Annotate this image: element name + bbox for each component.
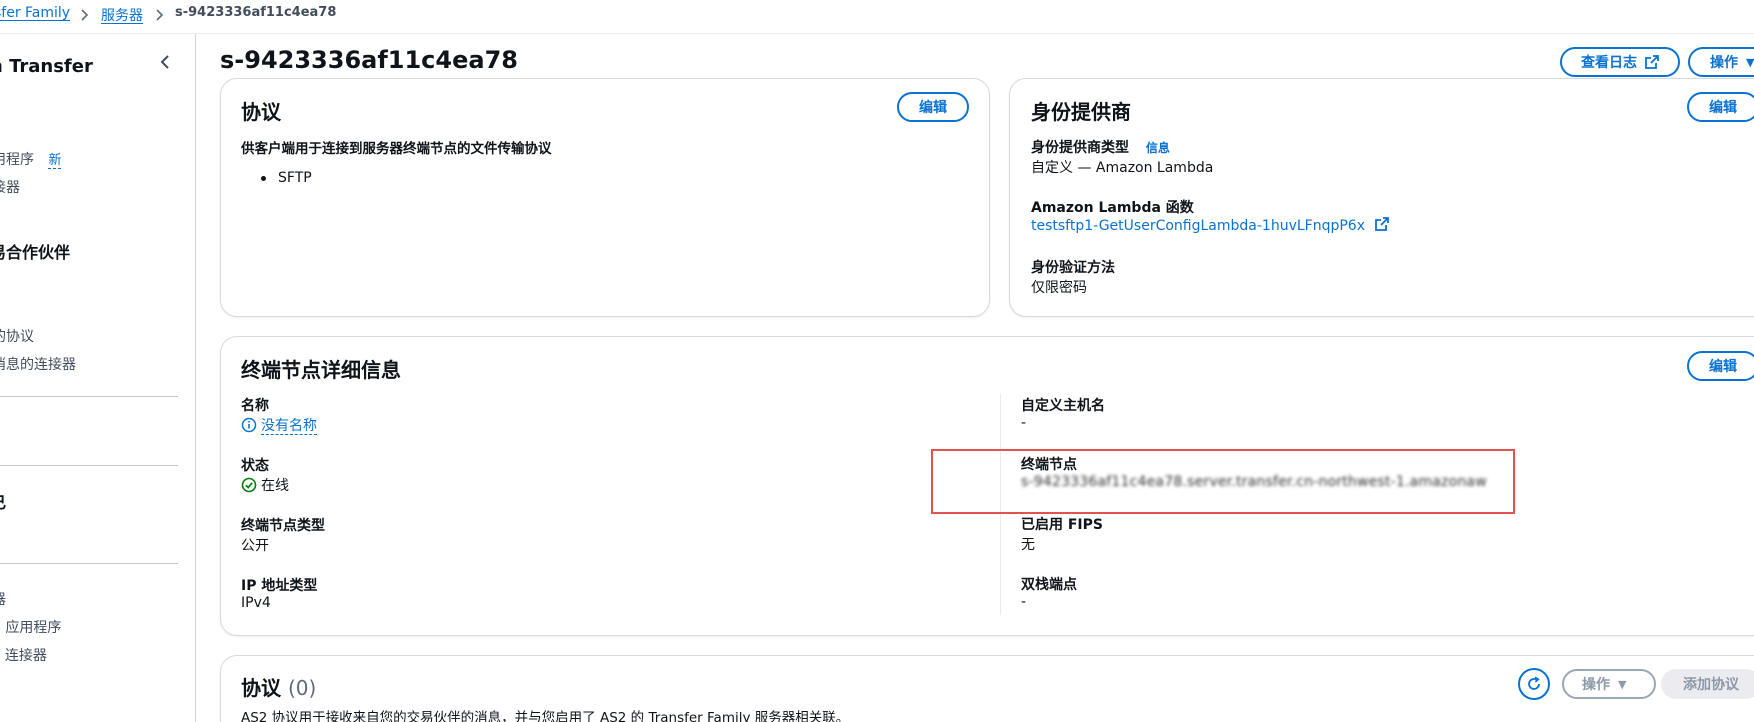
- protocol-name: SFTP: [278, 170, 312, 186]
- refresh-button[interactable]: [1518, 668, 1550, 700]
- nav-item-label: 用程序: [0, 152, 34, 168]
- app-root: sfer Family 服务器 s-9423336af11c4ea78 n Tr…: [0, 0, 1754, 722]
- breadcrumb-transfer-family[interactable]: sfer Family: [0, 5, 70, 21]
- collapse-nav-icon[interactable]: [155, 52, 175, 76]
- check-circle-icon: [241, 477, 257, 497]
- provider-type-label: 身份提供商类型 信息: [1031, 137, 1170, 157]
- breadcrumb-current-server: s-9423336af11c4ea78: [175, 5, 337, 20]
- page-title: s-9423336af11c4ea78: [220, 46, 518, 74]
- nav-item-web-apps[interactable]: 用程序 新: [0, 149, 62, 169]
- nav-item-sftp-connectors[interactable]: P 连接器: [0, 645, 47, 665]
- nav-divider: [0, 396, 178, 397]
- protocol-list-item: SFTP: [261, 170, 312, 186]
- actions-dropdown-button[interactable]: 操作 ▼: [1688, 47, 1754, 77]
- custom-hostname-label: 自定义主机名: [1021, 398, 1105, 414]
- identity-provider-card: 身份提供商 编辑 身份提供商类型 信息 自定义 — Amazon Lambda …: [1010, 79, 1754, 316]
- add-agreement-button[interactable]: 添加协议: [1661, 669, 1754, 699]
- protocol-card: 协议 编辑 供客户端用于连接到服务器终端节点的文件传输协议 SFTP: [221, 79, 989, 316]
- agreements-count: (0): [287, 676, 317, 700]
- agreements-card: 协议 (0) 操作 ▼ 添加协议 AS2 协议用于接收来自您的交易伙伴的消息，并…: [221, 656, 1754, 722]
- view-logs-button[interactable]: 查看日志: [1560, 47, 1680, 77]
- fips-label: 已启用 FIPS: [1021, 517, 1103, 533]
- highlight-annotation-box: [931, 449, 1515, 514]
- caret-down-icon: ▼: [1746, 55, 1754, 69]
- name-label: 名称: [241, 398, 269, 414]
- endpoint-edit-button[interactable]: 编辑: [1687, 351, 1754, 381]
- nav-item-connectors[interactable]: 接器: [0, 177, 20, 197]
- identity-card-title: 身份提供商: [1031, 100, 1131, 124]
- endpoint-type-value: 公开: [241, 538, 269, 554]
- nav-item-agreements[interactable]: 的协议: [0, 326, 34, 346]
- identity-edit-button[interactable]: 编辑: [1687, 92, 1754, 122]
- nav-section-2: 己: [0, 489, 6, 513]
- nav-divider: [0, 563, 178, 564]
- lambda-function-link[interactable]: testsftp1-GetUserConfigLambda-1huvLFnqpP…: [1031, 217, 1390, 234]
- ip-type-label: IP 地址类型: [241, 578, 318, 594]
- custom-hostname-value: -: [1021, 415, 1027, 431]
- bullet-icon: [261, 175, 266, 181]
- info-circle-icon: [241, 417, 257, 437]
- name-value[interactable]: 没有名称: [241, 415, 317, 437]
- protocol-card-title: 协议: [241, 100, 281, 124]
- ip-type-value: IPv4: [241, 595, 271, 611]
- side-navigation: n Transfer 用程序 新 接器 易合作伙伴 的协议 消息的连接器 己 器…: [0, 34, 196, 722]
- breadcrumb: sfer Family 服务器 s-9423336af11c4ea78: [0, 0, 1754, 34]
- agreements-card-title: 协议 (0): [241, 672, 316, 701]
- view-logs-label: 查看日志: [1581, 55, 1637, 71]
- breadcrumb-servers[interactable]: 服务器: [101, 5, 143, 25]
- lambda-function-label: Amazon Lambda 函数: [1031, 200, 1194, 216]
- provider-type-label-text: 身份提供商类型: [1031, 140, 1129, 156]
- caret-down-icon: ▼: [1618, 677, 1627, 691]
- external-link-icon: [1375, 217, 1390, 231]
- endpoint-card-title: 终端节点详细信息: [241, 358, 401, 382]
- endpoint-type-label: 终端节点类型: [241, 518, 325, 534]
- actions-label: 操作: [1710, 55, 1738, 71]
- lambda-function-name[interactable]: testsftp1-GetUserConfigLambda-1huvLFnqpP…: [1031, 218, 1365, 234]
- nav-item-message-connectors[interactable]: 消息的连接器: [0, 354, 76, 374]
- agreements-actions-label: 操作: [1582, 677, 1610, 693]
- chevron-right-icon: [80, 4, 90, 30]
- status-value-text: 在线: [261, 478, 289, 494]
- auth-method-value: 仅限密码: [1031, 280, 1087, 296]
- chevron-right-icon: [155, 4, 165, 30]
- external-link-icon: [1645, 55, 1659, 69]
- info-link[interactable]: 信息: [1146, 141, 1170, 155]
- protocol-edit-button[interactable]: 编辑: [897, 92, 969, 122]
- agreements-actions-button[interactable]: 操作 ▼: [1562, 669, 1656, 699]
- dualstack-value: -: [1021, 594, 1027, 610]
- protocol-description: 供客户端用于连接到服务器终端节点的文件传输协议: [241, 141, 552, 157]
- nav-item-servers[interactable]: 器: [0, 589, 6, 609]
- dualstack-label: 双栈端点: [1021, 577, 1077, 593]
- provider-type-value: 自定义 — Amazon Lambda: [1031, 160, 1214, 176]
- nav-title: n Transfer: [0, 56, 93, 77]
- fips-value: 无: [1021, 537, 1035, 553]
- nav-divider: [0, 465, 178, 466]
- status-label: 状态: [241, 458, 269, 474]
- status-value: 在线: [241, 475, 289, 497]
- refresh-icon: [1528, 676, 1540, 690]
- nav-section-trading-partners: 易合作伙伴: [0, 243, 71, 262]
- name-value-text[interactable]: 没有名称: [261, 418, 317, 435]
- nav-item-apps[interactable]: p 应用程序: [0, 617, 61, 637]
- auth-method-label: 身份验证方法: [1031, 260, 1115, 276]
- new-badge: 新: [48, 153, 62, 169]
- agreements-title-text: 协议: [241, 676, 281, 700]
- agreements-description: AS2 协议用于接收来自您的交易伙伴的消息，并与您启用了 AS2 的 Trans…: [241, 710, 850, 722]
